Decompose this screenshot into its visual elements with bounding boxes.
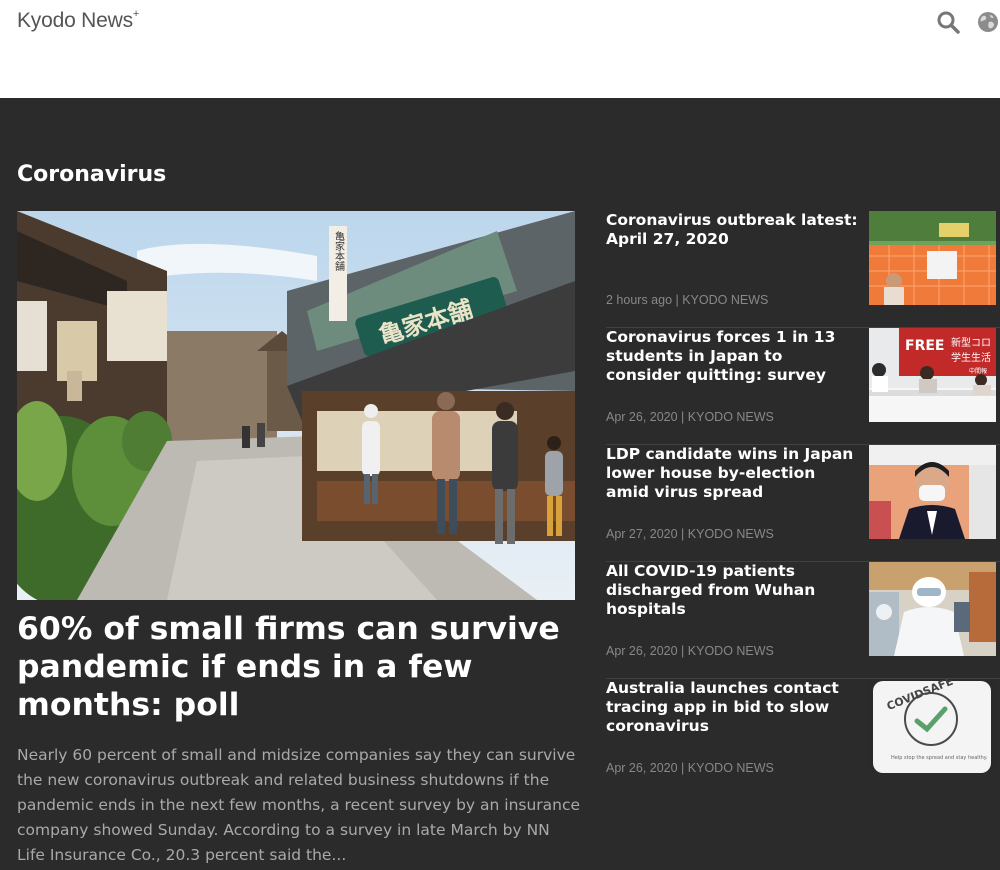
lead-article-summary: Nearly 60 percent of small and midsize c… xyxy=(17,746,581,864)
article-item[interactable]: All COVID-19 patients discharged from Wu… xyxy=(606,562,1000,679)
svg-text:中間報: 中間報 xyxy=(969,367,987,375)
article-item[interactable]: Australia launches contact tracing app i… xyxy=(606,679,1000,796)
article-meta: Apr 26, 2020 | KYODO NEWS xyxy=(606,644,774,658)
search-icon[interactable] xyxy=(936,10,960,34)
svg-text:新型コロ: 新型コロ xyxy=(951,336,991,349)
svg-text:FREE: FREE xyxy=(905,338,944,354)
article-thumbnail[interactable] xyxy=(869,562,996,656)
article-title[interactable]: Australia launches contact tracing app i… xyxy=(606,679,861,736)
svg-text:亀家本舗: 亀家本舗 xyxy=(333,230,345,272)
svg-text:学生生活: 学生生活 xyxy=(951,351,991,364)
site-logo[interactable]: Kyodo News+ xyxy=(17,8,139,33)
site-header: Kyodo News+ xyxy=(0,0,1000,98)
article-item[interactable]: Coronavirus forces 1 in 13 students in J… xyxy=(606,328,1000,445)
svg-text:Help stop the spread and stay: Help stop the spread and stay healthy. xyxy=(891,755,988,761)
article-item[interactable]: LDP candidate wins in Japan lower house … xyxy=(606,445,1000,562)
article-thumbnail[interactable]: FREE 新型コロ 学生生活 中間報 xyxy=(869,328,996,422)
lead-article-title[interactable]: 60% of small firms can survive pandemic … xyxy=(17,610,577,724)
article-title[interactable]: Coronavirus outbreak latest: April 27, 2… xyxy=(606,211,861,249)
globe-icon[interactable] xyxy=(976,10,1000,34)
article-thumbnail[interactable]: COVIDSAFE Help stop the spread and stay … xyxy=(869,679,996,773)
article-meta: Apr 27, 2020 | KYODO NEWS xyxy=(606,527,774,541)
article-meta: 2 hours ago | KYODO NEWS xyxy=(606,293,769,307)
section-title[interactable]: Coronavirus xyxy=(17,162,166,187)
coronavirus-section: Coronavirus 亀家本舗 亀家本舗 60% of small firms… xyxy=(0,98,1000,870)
article-title[interactable]: Coronavirus forces 1 in 13 students in J… xyxy=(606,328,861,385)
article-title[interactable]: LDP candidate wins in Japan lower house … xyxy=(606,445,861,502)
lead-article-image[interactable]: 亀家本舗 亀家本舗 xyxy=(17,211,575,600)
article-meta: Apr 26, 2020 | KYODO NEWS xyxy=(606,410,774,424)
article-item[interactable]: Coronavirus outbreak latest: April 27, 2… xyxy=(606,211,1000,328)
article-thumbnail[interactable] xyxy=(869,445,996,539)
article-thumbnail[interactable] xyxy=(869,211,996,305)
article-title[interactable]: All COVID-19 patients discharged from Wu… xyxy=(606,562,861,619)
article-meta: Apr 26, 2020 | KYODO NEWS xyxy=(606,761,774,775)
